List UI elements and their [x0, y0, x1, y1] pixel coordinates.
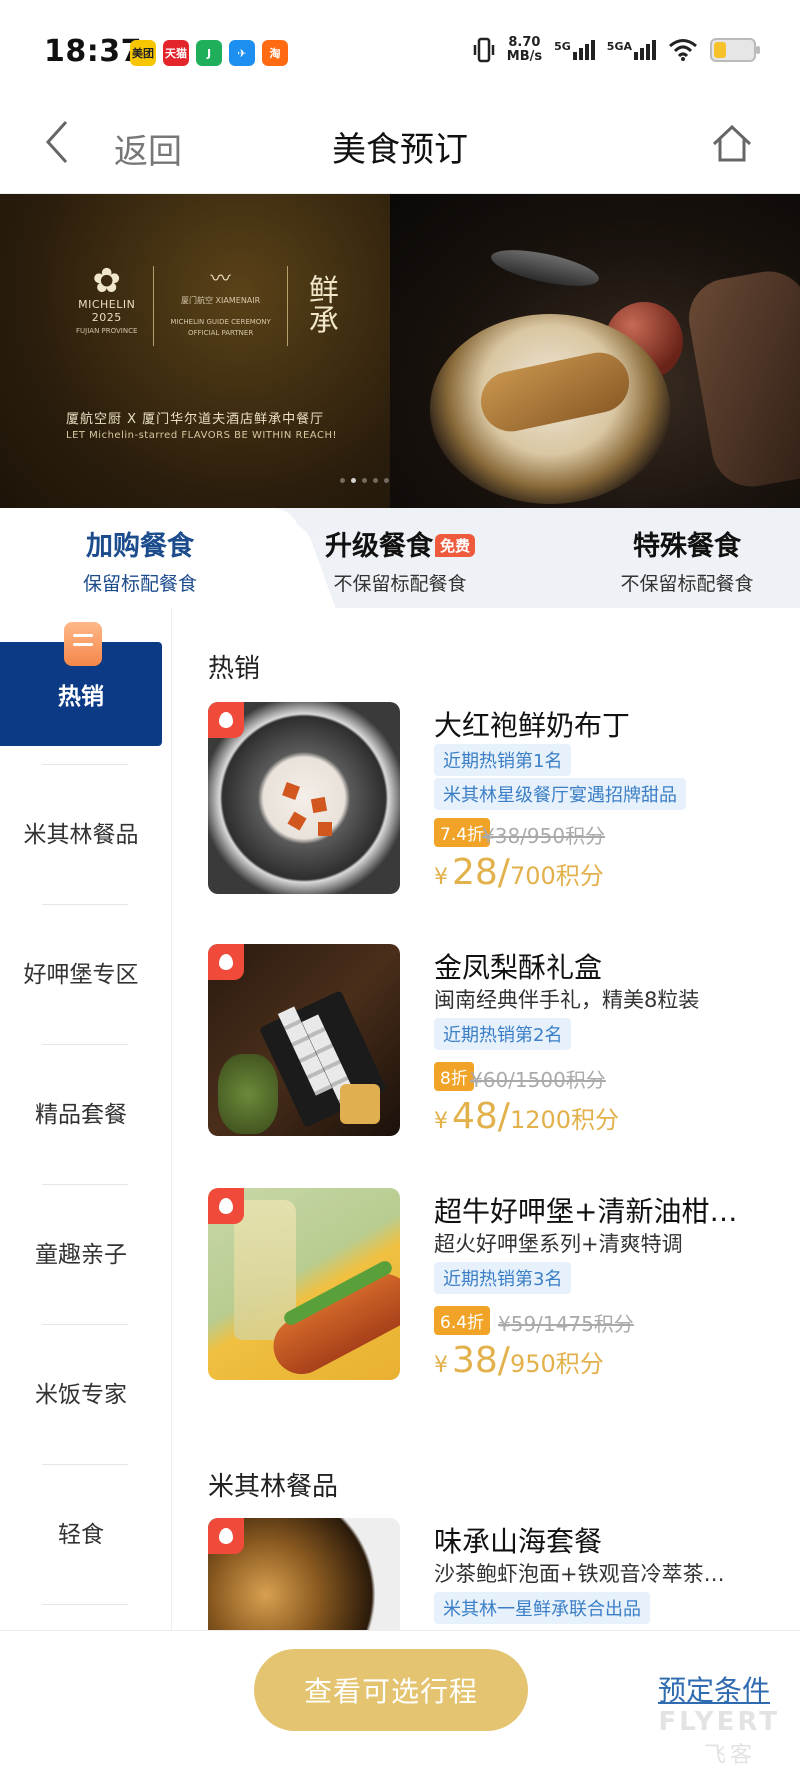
item-price: ¥38/950积分 [434, 1340, 604, 1381]
hot-flame-icon [208, 702, 244, 738]
item-price: ¥28/700积分 [434, 852, 604, 893]
tmall-icon: 天猫 [163, 40, 189, 66]
network-speed: 8.70 MB/s [506, 35, 543, 64]
status-bar: 18:37 美团 天猫 J ✈ 淘 8.70 MB/s 5G 5GA [0, 0, 800, 100]
free-badge: 免费 [434, 534, 475, 557]
banner-tagline: LET Michelin-starred FLAVORS BE WITHIN R… [66, 430, 337, 441]
discount-badge: 8折 [434, 1062, 474, 1091]
pineapple-cake-image [208, 944, 400, 1136]
tab-special-meal[interactable]: 特殊餐食 不保留标配餐食 [582, 524, 792, 596]
item-tag: 近期热销第2名 [434, 1018, 572, 1050]
view-itinerary-button[interactable]: 查看可选行程 [254, 1649, 528, 1731]
meituan-icon: 美团 [130, 40, 156, 66]
item-name: 味承山海套餐 [434, 1525, 603, 1558]
status-indicators: 8.70 MB/s 5G 5GA [473, 35, 760, 64]
set-meal-image [208, 1518, 400, 1630]
section-title-michelin: 米其林餐品 [208, 1472, 339, 1502]
restaurant-logo: 鲜承 [302, 274, 338, 334]
wifi-icon [669, 39, 697, 61]
signal-5g-icon: 5G [554, 40, 595, 60]
discount-badge: 6.4折 [434, 1306, 491, 1335]
hot-flame-icon [208, 1188, 244, 1224]
burger-combo-image [208, 1188, 400, 1380]
item-price: ¥48/1200积分 [434, 1096, 620, 1137]
promo-banner[interactable]: ✿ MICHELIN 2025 FUJIAN PROVINCE 〰 厦门航空 X… [0, 194, 800, 514]
menu-list: 热销 大红袍鲜奶布丁 近期热销第1名 米其林星级餐厅宴遇招牌甜品 7.4折 ¥3… [172, 608, 800, 1630]
taobao-icon: 淘 [262, 40, 288, 66]
vibrate-icon [473, 37, 495, 63]
flight-app-icon: ✈ [229, 40, 255, 66]
item-name: 超牛好呷堡+清新油柑… [434, 1195, 738, 1228]
home-icon[interactable] [710, 122, 754, 166]
original-price: ¥60/1500积分 [470, 1068, 606, 1092]
sidebar-item-burger[interactable]: 好呷堡专区 [0, 920, 162, 1024]
tab-add-meal[interactable]: 加购餐食 保留标配餐食 [30, 524, 250, 596]
original-price: ¥38/950积分 [482, 824, 606, 848]
section-title-hot: 热销 [208, 654, 261, 684]
egret-icon: 〰 [210, 266, 231, 290]
xiamenair-logo: 〰 厦门航空 XIAMENAIR MICHELIN GUIDE CEREMONY… [170, 266, 271, 337]
item-tag: 米其林星级餐厅宴遇招牌甜品 [434, 778, 686, 810]
sidebar-item-michelin[interactable]: 米其林餐品 [0, 780, 162, 884]
partner-logos: ✿ MICHELIN 2025 FUJIAN PROVINCE 〰 厦门航空 X… [60, 264, 352, 346]
bottom-bar: 查看可选行程 预定条件 FLYERT 飞客 [0, 1630, 800, 1778]
item-description: 超火好呷堡系列+清爽特调 [434, 1232, 683, 1256]
hot-flame-icon [208, 944, 244, 980]
banner-caption: 厦航空厨 X 厦门华尔道夫酒店鲜承中餐厅 [66, 412, 325, 427]
category-sidebar: 热销 米其林餐品 好呷堡专区 精品套餐 童趣亲子 米饭专家 轻食 [0, 608, 172, 1630]
michelin-logo: ✿ MICHELIN 2025 FUJIAN PROVINCE [76, 261, 138, 335]
item-description: 闽南经典伴手礼，精美8粒装 [434, 988, 700, 1012]
item-name: 大红袍鲜奶布丁 [434, 709, 631, 742]
sidebar-item-rice[interactable]: 米饭专家 [0, 1340, 162, 1444]
battery-icon [710, 38, 760, 62]
watermark-cn: 飞客 [703, 1743, 756, 1768]
original-price: ¥59/1475积分 [498, 1312, 634, 1336]
pudding-image [208, 702, 400, 894]
watermark: FLYERT [658, 1707, 780, 1737]
meal-type-tabs: 加购餐食 保留标配餐食 升级餐食 免费 不保留标配餐食 特殊餐食 不保留标配餐食 [0, 508, 800, 608]
green-app-icon: J [196, 40, 222, 66]
sidebar-item-light[interactable]: 轻食 [0, 1480, 162, 1584]
page-title: 美食预订 [332, 130, 468, 170]
item-tag: 米其林一星鲜承联合出品 [434, 1592, 650, 1624]
tab-upgrade-meal[interactable]: 升级餐食 免费 不保留标配餐食 [300, 524, 500, 596]
hot-flame-icon [208, 1518, 244, 1554]
item-tag: 近期热销第1名 [434, 744, 572, 776]
sidebar-item-set-meal[interactable]: 精品套餐 [0, 1060, 162, 1164]
signal-5ga-icon: 5GA [607, 40, 656, 60]
item-name: 金凤梨酥礼盒 [434, 951, 603, 984]
status-time: 18:37 [44, 34, 142, 69]
nav-bar: 返回 美食预订 [0, 100, 800, 194]
sidebar-item-kids[interactable]: 童趣亲子 [0, 1200, 162, 1304]
item-description: 沙茶鲍虾泡面+铁观音冷萃茶… [434, 1562, 725, 1586]
michelin-flower-icon: ✿ [92, 261, 121, 301]
booking-conditions-link[interactable]: 预定条件 [658, 1669, 770, 1709]
notification-app-icons: 美团 天猫 J ✈ 淘 [130, 40, 288, 66]
hot-list-icon [64, 622, 102, 666]
carousel-dots [340, 478, 389, 483]
item-tag: 近期热销第3名 [434, 1262, 572, 1294]
